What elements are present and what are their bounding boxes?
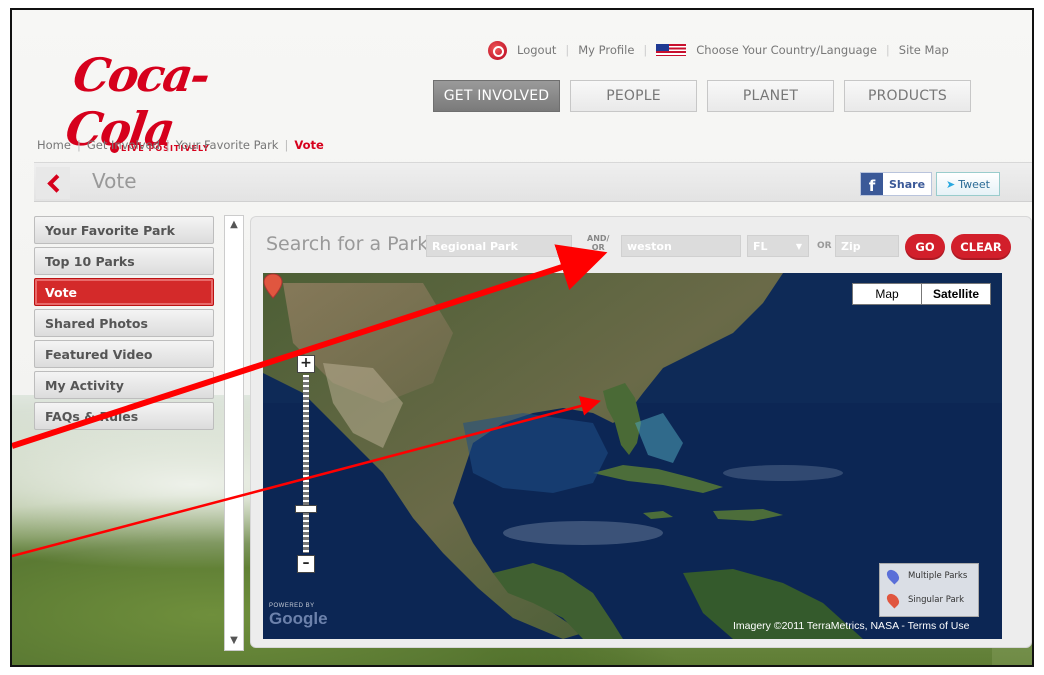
separator: | bbox=[565, 43, 570, 57]
us-flag-icon[interactable] bbox=[656, 44, 687, 56]
main-nav: GET INVOLVED PEOPLE PLANET PRODUCTS bbox=[433, 80, 971, 112]
and-or-label: AND/OR bbox=[587, 234, 610, 252]
site-map-link[interactable]: Site Map bbox=[899, 43, 949, 57]
page-title: Vote bbox=[92, 169, 137, 193]
map-legend: Multiple Parks Singular Park bbox=[879, 563, 979, 617]
facebook-icon: f bbox=[861, 173, 883, 195]
google-logo[interactable]: POWERED BY Google bbox=[269, 603, 328, 629]
sidebar-item-my-activity[interactable]: My Activity bbox=[34, 371, 214, 399]
back-button[interactable] bbox=[36, 167, 70, 199]
separator: | bbox=[643, 43, 648, 57]
nav-tab-planet[interactable]: PLANET bbox=[707, 80, 834, 112]
country-language-link[interactable]: Choose Your Country/Language bbox=[696, 43, 877, 57]
map-type-map-button[interactable]: Map bbox=[852, 283, 922, 305]
satellite-map[interactable]: Map Satellite + – Multiple Parks Singula… bbox=[263, 273, 1002, 639]
blue-pin-icon bbox=[884, 567, 902, 585]
chevron-left-icon bbox=[46, 173, 66, 193]
separator: | bbox=[165, 138, 170, 152]
city-input[interactable]: weston bbox=[621, 235, 741, 257]
red-pin-icon bbox=[884, 591, 902, 609]
breadcrumb-current: Vote bbox=[294, 138, 324, 152]
coca-cola-logo[interactable]: Coca-Cola LIVE POSITIVELY bbox=[62, 48, 250, 156]
nav-tab-products[interactable]: PRODUCTS bbox=[844, 80, 971, 112]
twitter-bird-icon: ➤ bbox=[946, 177, 956, 191]
zoom-slider-rail[interactable] bbox=[303, 375, 309, 553]
facebook-share-button[interactable]: f Share bbox=[860, 172, 932, 196]
scroll-up-icon[interactable]: ▲ bbox=[225, 218, 243, 232]
park-name-input[interactable]: Regional Park bbox=[426, 235, 572, 257]
map-type-satellite-button[interactable]: Satellite bbox=[921, 283, 991, 305]
sidebar-item-your-favorite-park[interactable]: Your Favorite Park bbox=[34, 216, 214, 244]
logout-link[interactable]: Logout bbox=[517, 43, 556, 57]
search-label: Search for a Park bbox=[266, 233, 429, 255]
scroll-down-icon[interactable]: ▼ bbox=[225, 634, 243, 648]
breadcrumb-your-favorite-park[interactable]: Your Favorite Park bbox=[176, 138, 279, 152]
separator: | bbox=[76, 138, 81, 152]
tweet-label: Tweet bbox=[958, 177, 990, 191]
share-label: Share bbox=[889, 177, 926, 191]
sidebar-item-featured-video[interactable]: Featured Video bbox=[34, 340, 214, 368]
my-profile-link[interactable]: My Profile bbox=[578, 43, 634, 57]
clear-button[interactable]: CLEAR bbox=[951, 234, 1011, 260]
zoom-in-button[interactable]: + bbox=[297, 355, 315, 373]
chevron-down-icon: ▼ bbox=[795, 241, 802, 251]
map-attribution[interactable]: Imagery ©2011 TerraMetrics, NASA - Terms… bbox=[733, 620, 969, 632]
sidebar-item-faqs-rules[interactable]: FAQs & Rules bbox=[34, 402, 214, 430]
breadcrumb: Home | Get Involved | Your Favorite Park… bbox=[37, 138, 324, 152]
zoom-control: + – bbox=[295, 355, 317, 573]
zip-input[interactable]: Zip bbox=[835, 235, 899, 257]
or-label: OR bbox=[817, 241, 832, 251]
breadcrumb-get-involved[interactable]: Get Involved bbox=[87, 138, 160, 152]
map-pin-icon[interactable] bbox=[263, 273, 283, 299]
sidebar-scrollbar[interactable]: ▲ ▼ bbox=[224, 215, 244, 651]
park-search-panel: Search for a Park Regional Park AND/OR w… bbox=[250, 216, 1032, 648]
legend-singular-park: Singular Park bbox=[880, 588, 978, 612]
utility-links: Logout | My Profile | Choose Your Countr… bbox=[488, 38, 949, 62]
nav-tab-get-involved[interactable]: GET INVOLVED bbox=[433, 80, 560, 112]
sidebar-item-vote[interactable]: Vote bbox=[34, 278, 214, 306]
page-frame: Coca-Cola LIVE POSITIVELY Logout | My Pr… bbox=[10, 8, 1034, 667]
state-value: FL bbox=[753, 239, 768, 253]
sidebar-item-shared-photos[interactable]: Shared Photos bbox=[34, 309, 214, 337]
zoom-out-button[interactable]: – bbox=[297, 555, 315, 573]
title-bar: Vote f Share ➤ Tweet bbox=[34, 162, 1032, 202]
separator: | bbox=[284, 138, 289, 152]
logout-icon[interactable] bbox=[488, 40, 507, 60]
nav-tab-people[interactable]: PEOPLE bbox=[570, 80, 697, 112]
sidebar-item-top-10-parks[interactable]: Top 10 Parks bbox=[34, 247, 214, 275]
sidebar-menu: Your Favorite Park Top 10 Parks Vote Sha… bbox=[34, 216, 216, 433]
legend-multiple-parks: Multiple Parks bbox=[880, 564, 978, 588]
breadcrumb-home[interactable]: Home bbox=[37, 138, 71, 152]
state-select[interactable]: FL ▼ bbox=[747, 235, 809, 257]
tweet-button[interactable]: ➤ Tweet bbox=[936, 172, 1000, 196]
go-button[interactable]: GO bbox=[905, 234, 945, 260]
zoom-slider-handle[interactable] bbox=[295, 505, 317, 513]
separator: | bbox=[885, 43, 890, 57]
